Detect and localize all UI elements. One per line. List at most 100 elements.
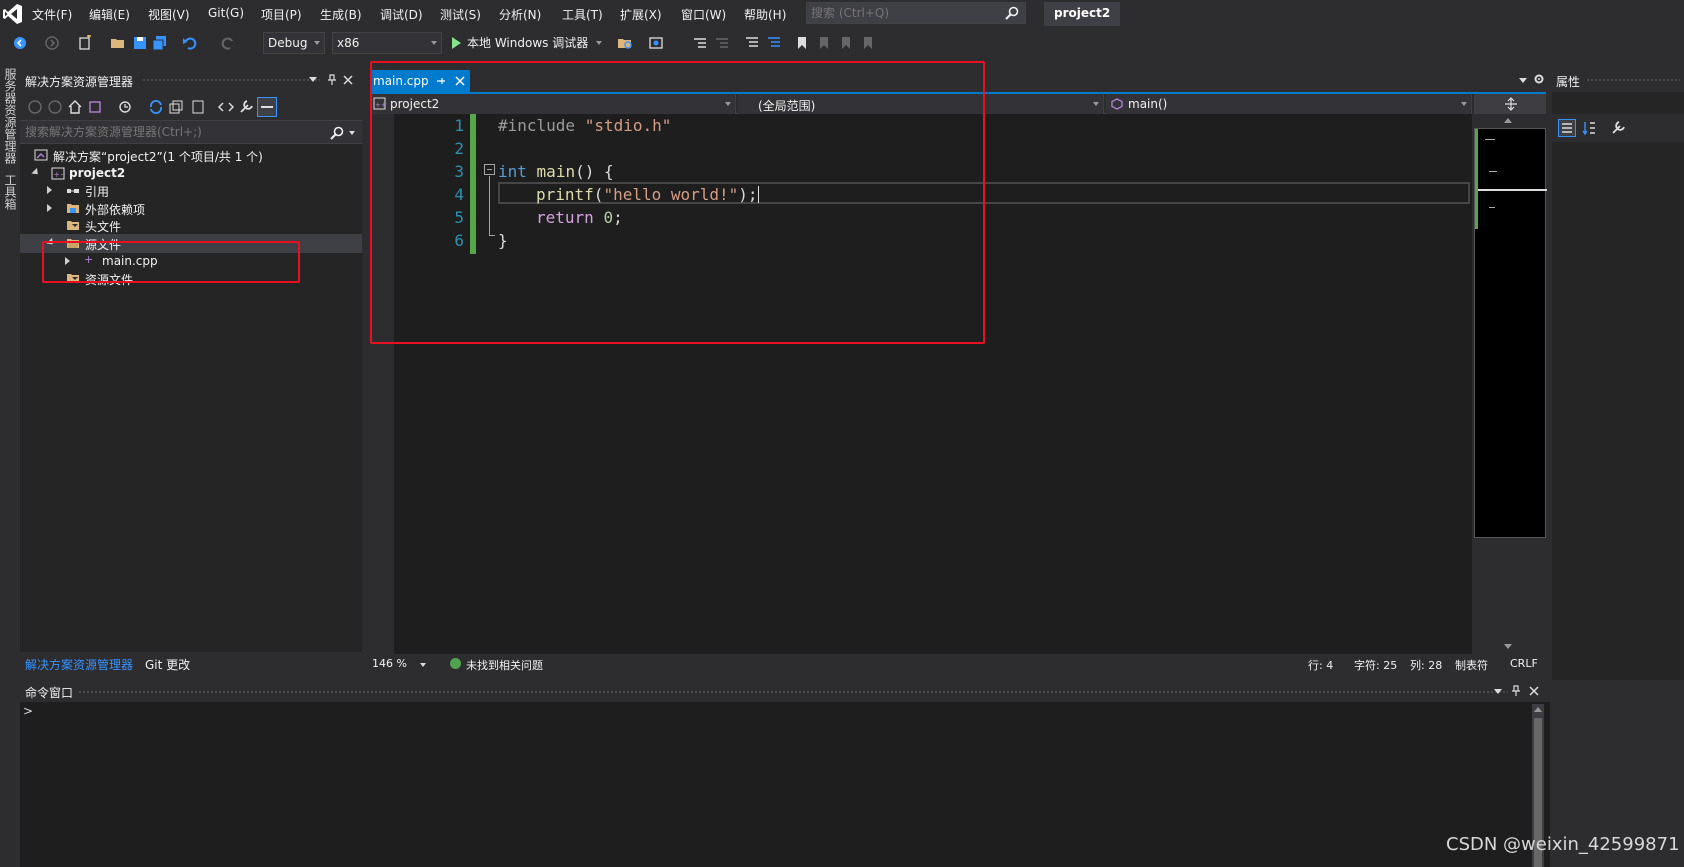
pin-icon[interactable] bbox=[1510, 685, 1522, 697]
pending-changes-icon[interactable] bbox=[117, 99, 133, 115]
scroll-up-icon[interactable] bbox=[1534, 707, 1542, 712]
tree-headers-node[interactable]: 头文件 bbox=[20, 216, 362, 235]
scroll-down-icon[interactable] bbox=[1504, 644, 1512, 649]
expanded-arrow-icon[interactable] bbox=[31, 167, 41, 178]
menu-analyze[interactable]: 分析(N) bbox=[499, 6, 541, 23]
zoom-chevron-icon[interactable] bbox=[420, 663, 426, 667]
editor-minimap[interactable] bbox=[1472, 94, 1548, 654]
view-code-icon[interactable] bbox=[218, 99, 234, 115]
show-all-files-icon[interactable] bbox=[190, 99, 206, 115]
find-in-files-icon[interactable] bbox=[617, 35, 633, 51]
chevron-down-icon[interactable] bbox=[309, 77, 317, 82]
menu-build[interactable]: 生成(B) bbox=[320, 6, 362, 23]
bookmark-icon[interactable] bbox=[794, 35, 810, 51]
chevron-down-icon[interactable] bbox=[349, 131, 355, 135]
project-title-badge: project2 bbox=[1044, 2, 1121, 26]
step-disabled-icon[interactable] bbox=[714, 35, 730, 51]
tree-references-node[interactable]: 引用 bbox=[20, 181, 362, 200]
solution-search-box[interactable] bbox=[20, 120, 362, 144]
close-icon[interactable] bbox=[1528, 685, 1540, 697]
watermark: CSDN @weixin_42599871 bbox=[1446, 834, 1680, 855]
clear-bookmarks-icon[interactable] bbox=[860, 35, 876, 51]
command-window-header: 命令窗口 bbox=[20, 680, 1550, 702]
menu-view[interactable]: 视图(V) bbox=[148, 6, 190, 23]
tab-overflow-chevron-icon[interactable] bbox=[1519, 78, 1527, 83]
drag-handle[interactable] bbox=[142, 78, 320, 83]
redo-icon[interactable] bbox=[220, 35, 236, 51]
browser-icon[interactable] bbox=[648, 35, 664, 51]
start-debugging-button[interactable]: 本地 Windows 调试器 bbox=[452, 34, 588, 51]
minimap-viewport[interactable] bbox=[1474, 128, 1547, 538]
search-icon[interactable] bbox=[1005, 6, 1019, 20]
tab-solution-explorer[interactable]: 解决方案资源管理器 bbox=[25, 656, 133, 673]
menu-debug[interactable]: 调试(D) bbox=[380, 6, 423, 23]
indent-mode[interactable]: 制表符 bbox=[1455, 657, 1488, 673]
menu-help[interactable]: 帮助(H) bbox=[744, 6, 786, 23]
comment-icon[interactable] bbox=[744, 35, 760, 51]
pin-icon[interactable] bbox=[326, 74, 338, 86]
collapsed-arrow-icon[interactable] bbox=[47, 204, 52, 212]
new-item-icon[interactable] bbox=[77, 35, 93, 51]
configuration-select[interactable]: Debug bbox=[263, 32, 325, 54]
menu-edit[interactable]: 编辑(E) bbox=[89, 6, 130, 23]
drag-handle[interactable] bbox=[78, 690, 1508, 695]
line-ending[interactable]: CRLF bbox=[1510, 657, 1538, 670]
tab-git-changes[interactable]: Git 更改 bbox=[145, 656, 190, 673]
menu-file[interactable]: 文件(F) bbox=[32, 6, 72, 23]
menu-tools[interactable]: 工具(T) bbox=[562, 6, 603, 23]
back-icon[interactable] bbox=[27, 99, 43, 115]
member-dropdown[interactable]: main() bbox=[1106, 94, 1472, 114]
menu-extensions[interactable]: 扩展(X) bbox=[620, 6, 662, 23]
search-icon[interactable] bbox=[330, 126, 344, 140]
menu-test[interactable]: 测试(S) bbox=[440, 6, 481, 23]
solution-explorer-toolbar bbox=[20, 92, 362, 120]
properties-title: 属性 bbox=[1556, 75, 1581, 89]
forward-icon[interactable] bbox=[44, 35, 60, 51]
command-window-panel: 命令窗口 > bbox=[20, 680, 1550, 867]
chevron-down-icon[interactable] bbox=[1494, 689, 1502, 694]
zoom-level[interactable]: 146 % bbox=[372, 657, 407, 670]
home-icon[interactable] bbox=[67, 99, 83, 115]
server-explorer-tab[interactable]: 服务器资源管理器 bbox=[2, 68, 19, 164]
prev-bookmark-icon[interactable] bbox=[816, 35, 832, 51]
switch-views-icon[interactable] bbox=[87, 99, 103, 115]
solution-search-input[interactable] bbox=[25, 124, 325, 140]
split-view-handle[interactable] bbox=[1474, 94, 1546, 114]
open-folder-icon[interactable] bbox=[110, 35, 126, 51]
global-search-input[interactable] bbox=[811, 5, 1001, 21]
tree-solution-node[interactable]: 解决方案“project2”(1 个项目/共 1 个) bbox=[20, 146, 362, 165]
close-icon[interactable] bbox=[342, 74, 354, 86]
back-icon[interactable] bbox=[12, 35, 28, 51]
drag-handle[interactable] bbox=[1586, 78, 1680, 83]
step-icon[interactable] bbox=[692, 35, 708, 51]
gear-icon[interactable] bbox=[1533, 73, 1545, 85]
platform-select[interactable]: x86 bbox=[332, 32, 442, 54]
scroll-up-icon[interactable] bbox=[1504, 118, 1512, 123]
menu-window[interactable]: 窗口(W) bbox=[681, 6, 726, 23]
split-icon[interactable] bbox=[1504, 97, 1518, 111]
run-dropdown[interactable] bbox=[594, 41, 602, 47]
alphabetical-icon[interactable] bbox=[1582, 120, 1598, 136]
preview-selected-icon[interactable] bbox=[257, 97, 277, 117]
forward-icon[interactable] bbox=[47, 99, 63, 115]
issues-status[interactable]: 未找到相关问题 bbox=[466, 657, 543, 673]
chevron-down-icon bbox=[431, 41, 437, 45]
save-all-icon[interactable] bbox=[152, 35, 168, 51]
save-icon[interactable] bbox=[132, 35, 148, 51]
collapse-all-icon[interactable] bbox=[168, 99, 184, 115]
global-search-box[interactable] bbox=[806, 2, 1026, 24]
toolbox-tab[interactable]: 工具箱 bbox=[2, 174, 19, 210]
wrench-icon[interactable] bbox=[1610, 120, 1626, 136]
method-cube-icon bbox=[1111, 98, 1123, 110]
menu-git[interactable]: Git(G) bbox=[208, 6, 244, 20]
categorized-icon[interactable] bbox=[1558, 119, 1576, 137]
uncomment-icon[interactable] bbox=[766, 35, 782, 51]
menu-project[interactable]: 项目(P) bbox=[261, 6, 302, 23]
undo-icon[interactable] bbox=[182, 35, 198, 51]
visual-studio-logo-icon bbox=[3, 4, 22, 24]
next-bookmark-icon[interactable] bbox=[838, 35, 854, 51]
collapsed-arrow-icon[interactable] bbox=[47, 186, 52, 194]
properties-wrench-icon[interactable] bbox=[238, 99, 254, 115]
command-prompt[interactable]: > bbox=[23, 704, 33, 718]
sync-icon[interactable] bbox=[148, 99, 164, 115]
